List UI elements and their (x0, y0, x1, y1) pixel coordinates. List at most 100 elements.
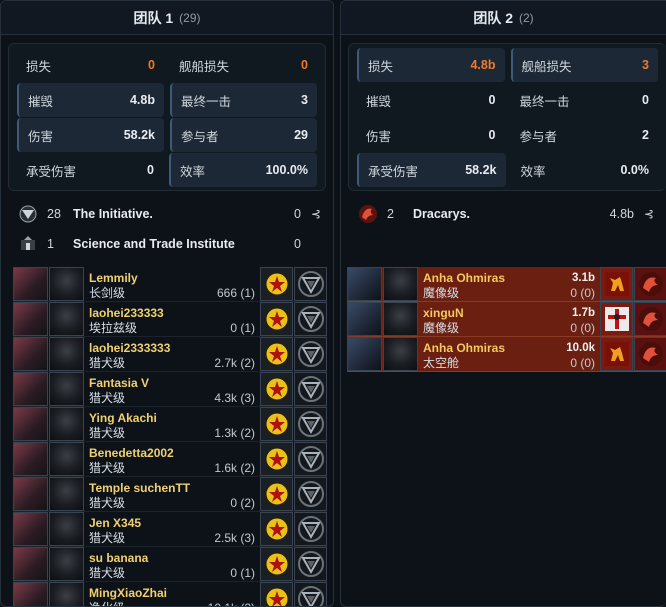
ship-thumbnail[interactable] (13, 302, 48, 336)
pilot-name[interactable]: MingXiaoZhai (89, 586, 167, 601)
team-1-participant-row[interactable]: Jen X345 猎犬级 2.5k (3) (13, 512, 327, 547)
team-1-participant-row[interactable]: su banana 猎犬级 0 (1) (13, 547, 327, 582)
ship-type[interactable]: 埃拉兹级 (89, 321, 137, 336)
pilot-portrait[interactable] (49, 477, 84, 511)
ship-type[interactable]: 魔像级 (423, 286, 459, 301)
ship-type[interactable]: 长剑级 (89, 286, 125, 301)
pilot-portrait[interactable] (49, 302, 84, 336)
pilot-portrait[interactable] (49, 267, 84, 301)
team-2-group-row[interactable]: 2 Dracarys. 4.8b ⊰ (349, 199, 658, 229)
pilot-portrait[interactable] (49, 372, 84, 406)
team-1-participant-row[interactable]: Fantasia V 猎犬级 4.3k (3) (13, 372, 327, 407)
ship-type[interactable]: 猎犬级 (89, 391, 125, 406)
dragon-emblem-icon[interactable] (634, 267, 666, 301)
ship-thumbnail[interactable] (13, 477, 48, 511)
pilot-name[interactable]: Anha Ohmiras (423, 341, 505, 356)
ship-thumbnail[interactable] (13, 582, 48, 606)
ship-type[interactable]: 猎犬级 (89, 461, 125, 476)
team-1-participant-row[interactable]: Ying Akachi 猎犬级 1.3k (2) (13, 407, 327, 442)
ship-thumbnail[interactable] (13, 547, 48, 581)
pilot-portrait[interactable] (49, 512, 84, 546)
share-icon[interactable]: ⊰ (307, 207, 325, 221)
unicorn-badge-icon[interactable] (600, 267, 633, 301)
pilot-name[interactable]: Fantasia V (89, 376, 149, 391)
star-badge-icon[interactable] (260, 547, 293, 581)
ship-type[interactable]: 猎犬级 (89, 566, 125, 581)
pilot-name[interactable]: laohei2333333 (89, 341, 170, 356)
ship-thumbnail[interactable] (13, 337, 48, 371)
pilot-portrait[interactable] (383, 267, 418, 301)
star-badge-icon[interactable] (260, 407, 293, 441)
ship-thumbnail[interactable] (13, 512, 48, 546)
ship-type[interactable]: 猎犬级 (89, 356, 125, 371)
pilot-name[interactable]: Anha Ohmiras (423, 271, 505, 286)
ship-type[interactable]: 净化级 (89, 601, 125, 607)
group-name[interactable]: The Initiative. (73, 207, 247, 221)
pilot-name[interactable]: Ying Akachi (89, 411, 157, 426)
team-1-participant-row[interactable]: Temple suchenTT 猎犬级 0 (2) (13, 477, 327, 512)
star-badge-icon[interactable] (260, 267, 293, 301)
ship-thumbnail[interactable] (13, 407, 48, 441)
triangle-emblem-icon[interactable] (294, 407, 327, 441)
ship-thumbnail[interactable] (347, 267, 382, 301)
triangle-emblem-icon[interactable] (294, 512, 327, 546)
cross-badge-icon[interactable] (600, 302, 633, 336)
pilot-name[interactable]: xinguN (423, 306, 464, 321)
star-badge-icon[interactable] (260, 337, 293, 371)
ship-thumbnail[interactable] (13, 442, 48, 476)
ship-thumbnail[interactable] (13, 267, 48, 301)
pilot-name[interactable]: Lemmily (89, 271, 138, 286)
dragon-emblem-icon[interactable] (634, 302, 666, 336)
team-2-participant-row[interactable]: xinguN 1.7b 魔像级 0 (0) (347, 302, 666, 337)
team-2-participant-row[interactable]: Anha Ohmiras 3.1b 魔像级 0 (0) (347, 267, 666, 302)
star-badge-icon[interactable] (260, 582, 293, 606)
ship-thumbnail[interactable] (347, 302, 382, 336)
pilot-portrait[interactable] (49, 442, 84, 476)
pilot-name[interactable]: Jen X345 (89, 516, 141, 531)
pilot-name[interactable]: Temple suchenTT (89, 481, 190, 496)
pilot-portrait[interactable] (383, 302, 418, 336)
triangle-emblem-icon[interactable] (294, 337, 327, 371)
pilot-name[interactable]: laohei233333 (89, 306, 164, 321)
star-badge-icon[interactable] (260, 442, 293, 476)
pilot-name[interactable]: su banana (89, 551, 148, 566)
team-1-participant-row[interactable]: Lemmily 长剑级 666 (1) (13, 267, 327, 302)
team-2-participant-row[interactable]: Anha Ohmiras 10.0k 太空舱 0 (0) (347, 337, 666, 372)
star-badge-icon[interactable] (260, 372, 293, 406)
team-1-participant-row[interactable]: MingXiaoZhai净化级 10.1k (2) (13, 582, 327, 607)
team-1-groups: 28 The Initiative. 0 ⊰ 1 Science and Trade In… (9, 199, 325, 259)
pilot-portrait[interactable] (49, 337, 84, 371)
share-icon[interactable]: ⊰ (640, 207, 658, 221)
ship-type[interactable]: 太空舱 (423, 356, 459, 371)
triangle-emblem-icon[interactable] (294, 372, 327, 406)
ship-thumbnail[interactable] (347, 337, 382, 371)
pilot-portrait[interactable] (49, 582, 84, 606)
ship-type[interactable]: 猎犬级 (89, 531, 125, 546)
pilot-portrait[interactable] (383, 337, 418, 371)
team-1-participant-row[interactable]: laohei233333 埃拉兹级 0 (1) (13, 302, 327, 337)
pilot-portrait[interactable] (49, 547, 84, 581)
pilot-name[interactable]: Benedetta2002 (89, 446, 174, 461)
ship-type[interactable]: 猎犬级 (89, 426, 125, 441)
star-badge-icon[interactable] (260, 477, 293, 511)
ship-thumbnail[interactable] (13, 372, 48, 406)
dragon-emblem-icon[interactable] (634, 337, 666, 371)
star-badge-icon[interactable] (260, 512, 293, 546)
pilot-portrait[interactable] (49, 407, 84, 441)
group-name[interactable]: Dracarys. (413, 207, 580, 221)
team-1-group-row[interactable]: 28 The Initiative. 0 ⊰ (9, 199, 325, 229)
group-name[interactable]: Science and Trade Institute (73, 237, 247, 251)
triangle-emblem-icon[interactable] (294, 302, 327, 336)
ship-type[interactable]: 猎犬级 (89, 496, 125, 511)
triangle-emblem-icon[interactable] (294, 442, 327, 476)
team-1-participant-row[interactable]: laohei2333333 猎犬级 2.7k (2) (13, 337, 327, 372)
team-1-participant-row[interactable]: Benedetta2002 猎犬级 1.6k (2) (13, 442, 327, 477)
triangle-emblem-icon[interactable] (294, 582, 327, 606)
triangle-emblem-icon[interactable] (294, 477, 327, 511)
team-1-group-row[interactable]: 1 Science and Trade Institute 0 (9, 229, 325, 259)
ship-type[interactable]: 魔像级 (423, 321, 459, 336)
triangle-emblem-icon[interactable] (294, 267, 327, 301)
triangle-emblem-icon[interactable] (294, 547, 327, 581)
star-badge-icon[interactable] (260, 302, 293, 336)
unicorn-badge-icon[interactable] (600, 337, 633, 371)
